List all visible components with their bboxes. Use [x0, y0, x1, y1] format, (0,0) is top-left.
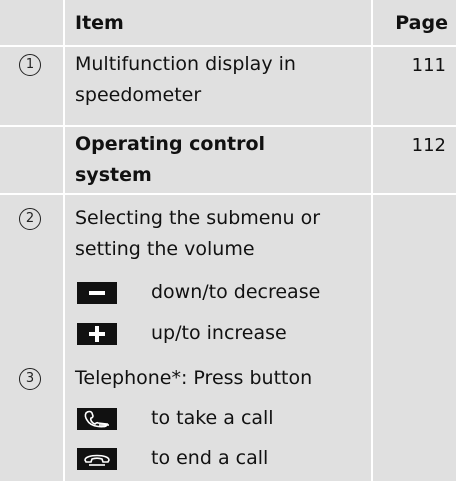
row-separator	[0, 193, 456, 195]
phone-hangup-icon	[77, 448, 117, 470]
row-1-text-line1: Multifunction display in	[75, 53, 296, 75]
row-1-text-line2: speedometer	[75, 84, 202, 106]
plus-button-icon	[77, 323, 117, 345]
minus-description: down/to decrease	[151, 281, 321, 303]
row-2-text-line2: system	[75, 164, 152, 186]
row-separator	[0, 125, 456, 127]
reference-table: Item Page 1 Multifunction display in spe…	[0, 0, 456, 481]
callout-number-1: 1	[19, 54, 41, 76]
row-2-text-line1: Operating control	[75, 133, 266, 155]
row-telephone-text: Telephone*: Press button	[75, 367, 313, 389]
row-3-text-line1: Selecting the submenu or	[75, 207, 321, 229]
plus-description: up/to increase	[151, 322, 287, 344]
pickup-description: to take a call	[151, 407, 274, 429]
minus-button-icon	[77, 282, 117, 304]
hangup-description: to end a call	[151, 447, 269, 469]
phone-pickup-icon	[77, 408, 117, 430]
callout-number-2: 2	[19, 208, 41, 230]
row-2-page: 112	[411, 135, 446, 156]
header-separator	[0, 45, 456, 47]
row-1-page: 111	[411, 55, 446, 76]
header-page: Page	[395, 12, 448, 34]
header-item: Item	[75, 12, 124, 34]
row-3-text-line2: setting the volume	[75, 238, 255, 260]
callout-number-3: 3	[19, 368, 41, 390]
